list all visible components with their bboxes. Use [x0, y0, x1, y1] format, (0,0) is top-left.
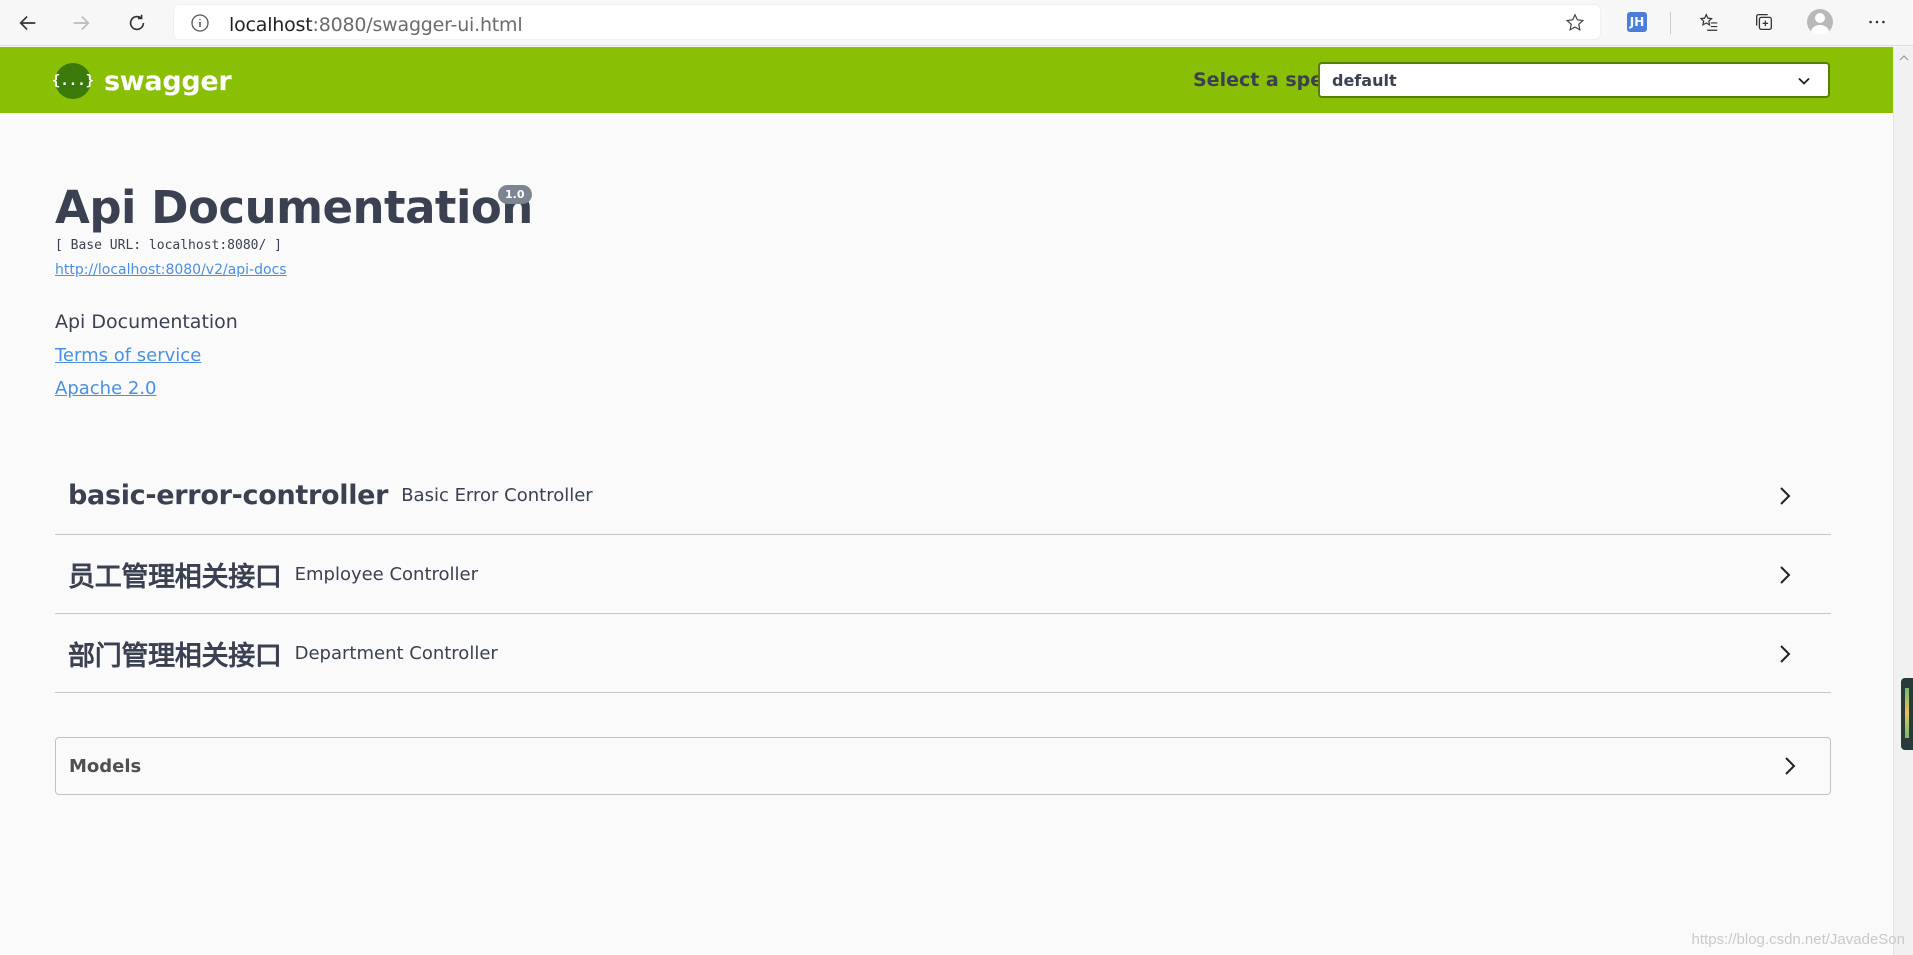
- swagger-logo[interactable]: {...} swagger: [52, 63, 232, 99]
- models-label: Models: [69, 756, 142, 777]
- refresh-icon: [129, 14, 145, 31]
- tag-description: Employee Controller: [294, 564, 479, 585]
- spec-selected-value: default: [1332, 71, 1397, 90]
- favorites-button[interactable]: [1696, 9, 1722, 35]
- extension-jh-icon: JH: [1627, 12, 1647, 32]
- scroll-up-icon[interactable]: [1899, 53, 1909, 63]
- tag-employee-controller[interactable]: 员工管理相关接口 Employee Controller: [55, 536, 1831, 614]
- tag-name: 员工管理相关接口: [68, 562, 282, 593]
- swagger-logo-text: swagger: [104, 65, 232, 97]
- url-host: localhost: [229, 14, 313, 36]
- tag-basic-error-controller[interactable]: basic-error-controller Basic Error Contr…: [55, 457, 1831, 535]
- avatar-icon: [1807, 9, 1833, 35]
- back-button[interactable]: [11, 6, 45, 40]
- watermark: https://blog.csdn.net/JavadeSon: [1691, 931, 1905, 948]
- chevron-down-icon: [1798, 77, 1810, 85]
- browser-toolbar: localhost:8080/swagger-ui.html JH: [0, 0, 1913, 46]
- license-link[interactable]: Apache 2.0: [55, 378, 157, 399]
- url-text[interactable]: localhost:8080/swagger-ui.html: [229, 14, 523, 36]
- collections-button[interactable]: [1751, 9, 1777, 35]
- profile-button[interactable]: [1807, 9, 1833, 35]
- forward-arrow-icon: [73, 15, 90, 31]
- favorite-star-icon[interactable]: [1564, 12, 1586, 34]
- api-docs-link[interactable]: http://localhost:8080/v2/api-docs: [55, 262, 287, 278]
- swagger-logo-icon: {...}: [52, 63, 94, 99]
- side-widget[interactable]: [1901, 678, 1913, 750]
- toolbar-divider: [1670, 12, 1671, 34]
- site-info-icon[interactable]: [190, 13, 210, 33]
- tag-description: Department Controller: [294, 643, 498, 664]
- more-options-button[interactable]: [1864, 9, 1890, 35]
- favorites-list-icon: [1699, 13, 1718, 31]
- terms-of-service-link[interactable]: Terms of service: [55, 345, 201, 366]
- back-arrow-icon: [19, 15, 36, 31]
- vertical-scrollbar[interactable]: [1893, 47, 1913, 955]
- tag-department-controller[interactable]: 部门管理相关接口 Department Controller: [55, 615, 1831, 693]
- collections-icon: [1756, 14, 1772, 30]
- chevron-right-icon: [1785, 757, 1796, 775]
- models-section[interactable]: Models: [55, 737, 1831, 795]
- chevron-right-icon: [1780, 645, 1791, 663]
- tag-description: Basic Error Controller: [401, 485, 593, 506]
- version-badge: 1.0: [498, 185, 532, 204]
- refresh-button[interactable]: [120, 6, 154, 40]
- address-bar[interactable]: localhost:8080/swagger-ui.html: [173, 4, 1601, 40]
- more-dots-icon: [1869, 20, 1885, 24]
- chevron-right-icon: [1780, 566, 1791, 584]
- tag-name: 部门管理相关接口: [68, 641, 282, 672]
- extension-jh-button[interactable]: JH: [1624, 9, 1650, 35]
- tag-name: basic-error-controller: [68, 480, 389, 511]
- chevron-right-icon: [1780, 487, 1791, 505]
- spec-select[interactable]: default: [1318, 62, 1830, 98]
- swagger-topbar: {...} swagger Select a spec default: [0, 47, 1893, 113]
- spec-label: Select a spec: [1193, 69, 1335, 91]
- api-description: Api Documentation: [55, 311, 238, 333]
- page-title: Api Documentation: [55, 181, 533, 234]
- base-url: [ Base URL: localhost:8080/ ]: [55, 238, 282, 253]
- forward-button[interactable]: [64, 6, 98, 40]
- url-path: :8080/swagger-ui.html: [312, 14, 523, 36]
